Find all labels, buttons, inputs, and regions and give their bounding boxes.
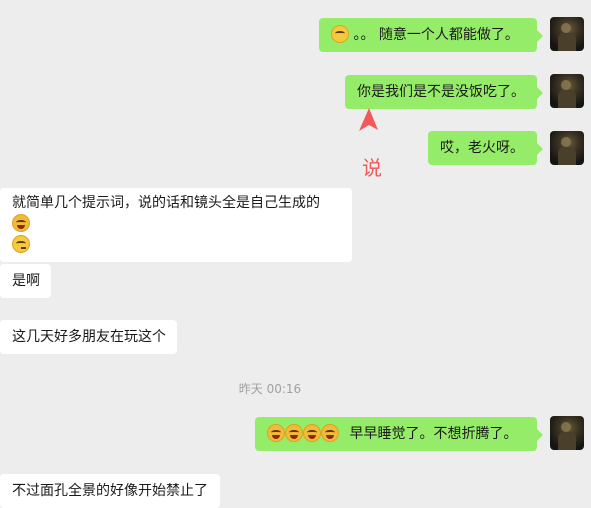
message-text: 你是我们是不是没饭吃了。: [357, 84, 525, 100]
self-message-bubble[interactable]: 早早睡觉了。不想折腾了。: [255, 417, 543, 451]
message-text: 早早睡觉了。不想折腾了。: [349, 426, 518, 442]
laughing-emoji-icon: [267, 424, 285, 442]
laughing-emoji-icon: [303, 424, 321, 442]
self-message-bubble[interactable]: 你是我们是不是没饭吃了。: [345, 75, 543, 109]
message-text: 这几天好多朋友在玩这个: [12, 329, 166, 345]
other-message-bubble[interactable]: 是啊: [0, 264, 51, 298]
laughing-emoji-icon: [285, 424, 303, 442]
self-message-bubble[interactable]: 。。 随意一个人都能做了。: [319, 18, 543, 52]
self-avatar[interactable]: [550, 416, 584, 450]
message-text: 哎，老火呀。: [440, 140, 524, 156]
other-message-bubble[interactable]: 就简单几个提示词，说的话和镜头全是自己生成的: [0, 188, 352, 262]
arrow-annotation-icon: [359, 108, 378, 131]
self-avatar[interactable]: [550, 131, 584, 165]
laughing-emoji-icon: [12, 214, 30, 232]
thinking-emoji-icon: [12, 235, 30, 253]
smirk-emoji-icon: [331, 25, 349, 43]
other-message-bubble[interactable]: 这几天好多朋友在玩这个: [0, 320, 177, 354]
self-avatar[interactable]: [550, 17, 584, 51]
self-message-bubble[interactable]: 哎，老火呀。: [428, 131, 543, 165]
annotation-label: 说: [362, 156, 382, 180]
message-text: 不过面孔全景的好像开始禁止了: [12, 483, 208, 499]
timestamp: 昨天 00:16: [238, 382, 302, 396]
message-text: 就简单几个提示词，说的话和镜头全是自己生成的: [12, 195, 320, 211]
self-avatar[interactable]: [550, 74, 584, 108]
message-text: 。。 随意一个人都能做了。: [353, 27, 519, 43]
laughing-emoji-icon: [321, 424, 339, 442]
message-text: 是啊: [12, 273, 40, 289]
